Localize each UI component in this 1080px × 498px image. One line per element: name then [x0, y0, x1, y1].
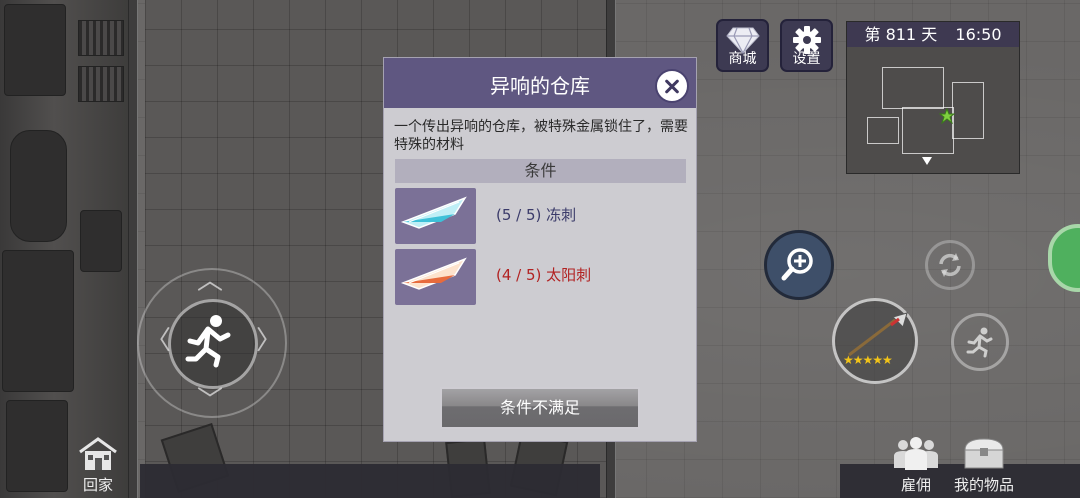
- close-button[interactable]: [655, 69, 689, 103]
- settings-button[interactable]: 设置: [780, 19, 833, 72]
- requirement-tile-sun-thorn[interactable]: [395, 249, 476, 305]
- home-label: 回家: [82, 476, 113, 494]
- requirement-text-ice-thorn: (5 / 5) 冻刺: [496, 204, 576, 225]
- zoom-button[interactable]: [764, 230, 834, 300]
- game-clock: 16:50: [955, 25, 1002, 44]
- sprint-button[interactable]: [951, 313, 1009, 371]
- weapon-stars: ★★★★★: [843, 353, 893, 367]
- player-marker-icon: [939, 108, 955, 124]
- hire-button[interactable]: 雇佣: [888, 436, 944, 495]
- group-icon: [894, 437, 938, 470]
- ice-thorn-icon: [400, 196, 467, 229]
- conditions-unmet-button[interactable]: 条件不满足: [440, 387, 640, 429]
- refresh-button[interactable]: [925, 240, 975, 290]
- my-items-button[interactable]: 我的物品: [948, 436, 1020, 495]
- requirement-progress: (5 / 5): [496, 206, 542, 224]
- joystick-right-arrow: 〉: [256, 326, 283, 356]
- refresh-icon: [939, 253, 961, 277]
- requirement-tile-ice-thorn[interactable]: [395, 188, 476, 244]
- requirement-name: 冻刺: [546, 206, 577, 224]
- joystick-knob[interactable]: [168, 299, 258, 389]
- sun-thorn-icon: [400, 257, 467, 290]
- zoom-in-icon: [781, 248, 813, 281]
- joystick-left-arrow: 〈: [145, 326, 172, 356]
- my-items-label: 我的物品: [953, 476, 1014, 494]
- joystick-up-arrow: ︿: [197, 266, 224, 296]
- chest-icon: [964, 438, 1004, 469]
- day-counter: 第 811 天: [864, 25, 938, 44]
- minimap[interactable]: 第 811 天 16:50: [846, 21, 1020, 174]
- house-icon: [79, 437, 117, 470]
- requirement-name: 太阳刺: [546, 266, 592, 284]
- home-button[interactable]: 回家: [72, 436, 124, 495]
- requirement-progress: (4 / 5): [496, 266, 542, 284]
- run-icon: [185, 315, 231, 368]
- settings-label: 设置: [792, 51, 821, 67]
- store-label: 商城: [728, 51, 757, 67]
- weapon-button[interactable]: ★★★★★: [832, 298, 918, 384]
- joystick-down-arrow: ﹀: [197, 386, 224, 416]
- sprint-icon: [966, 327, 993, 358]
- exit-marker-icon: [922, 157, 932, 165]
- dialog-title: 异响的仓库: [384, 58, 696, 108]
- requirement-text-sun-thorn: (4 / 5) 太阳刺: [496, 264, 591, 285]
- minimap-header: 第 811 天 16:50: [847, 22, 1019, 47]
- store-button[interactable]: 商城: [716, 19, 769, 72]
- machinery-wall: [0, 0, 135, 498]
- warehouse-dialog: 异响的仓库 一个传出异响的仓库，被特殊金属锁住了，需要特殊的材料 条件 (5 /…: [383, 57, 697, 442]
- hire-label: 雇佣: [900, 476, 931, 494]
- conditions-header: 条件: [395, 159, 686, 183]
- dialog-description: 一个传出异响的仓库，被特殊金属锁住了，需要特殊的材料: [394, 119, 688, 153]
